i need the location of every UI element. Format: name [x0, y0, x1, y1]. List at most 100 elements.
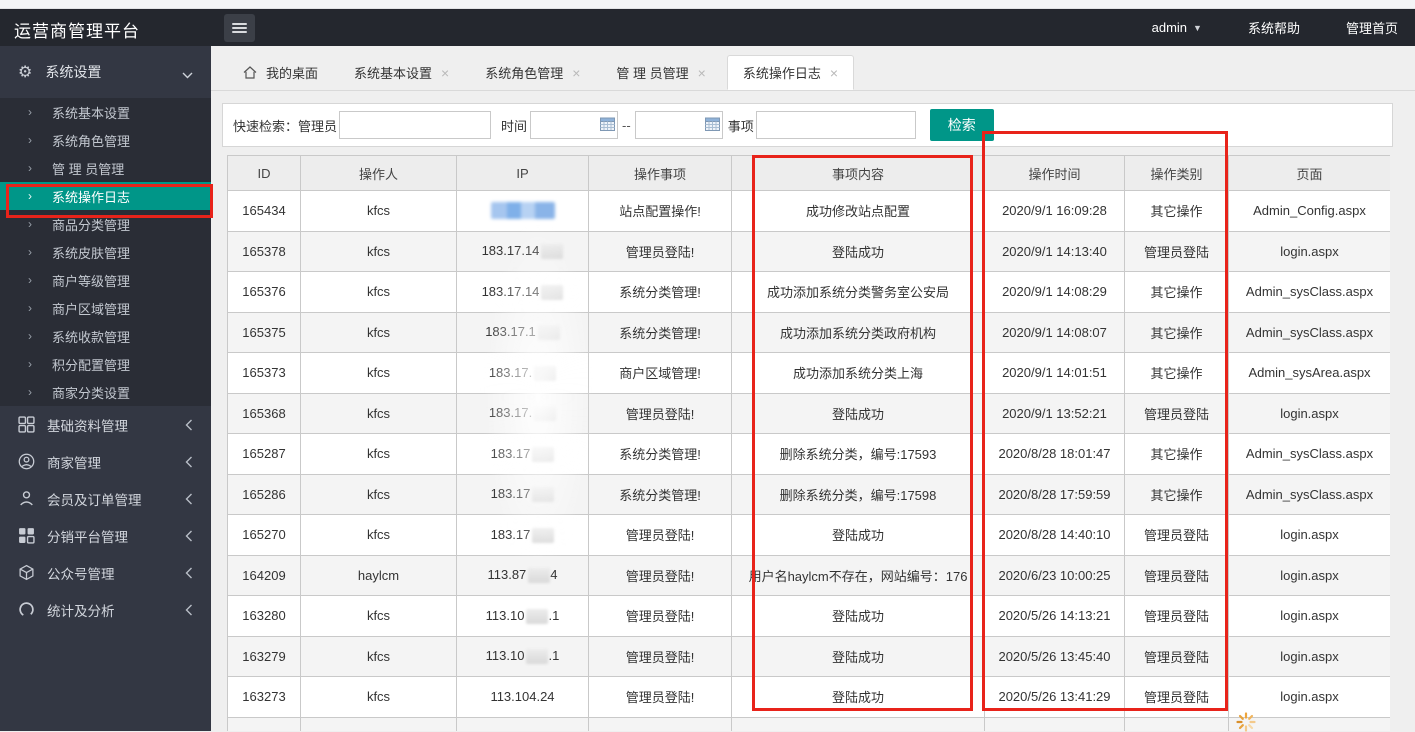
cell-action: 管理员登陆!: [588, 230, 732, 272]
sidebar-item-label: 系统皮肤管理: [52, 245, 131, 261]
admin-search-input[interactable]: [339, 111, 492, 139]
close-icon[interactable]: ×: [572, 66, 580, 80]
cell-time: 2020/9/1 14:13:40: [984, 230, 1125, 272]
cell-id: 165287: [227, 433, 301, 475]
cell-empty: [227, 716, 301, 731]
sidebar-item-label: 积分配置管理: [52, 357, 131, 373]
cell-time: 2020/8/28 18:01:47: [984, 433, 1125, 475]
cell-page: login.aspx: [1228, 392, 1390, 434]
close-icon[interactable]: ×: [830, 66, 838, 80]
hamburger-icon: [232, 21, 247, 35]
sidebar-submenu: › 系统基本设置 › 系统角色管理 › 管 理 员管理 › 系统操作日志 › 商品分类管理 › 系统皮…: [0, 98, 211, 406]
close-icon[interactable]: ×: [698, 66, 706, 80]
chevron-right-icon: ›: [28, 301, 32, 315]
user-menu[interactable]: admin ▼: [1152, 20, 1202, 35]
operation-log-table: ID 操作人 IP 操作事项 事项内容 操作时间 操作类别 页面 165434 k…: [227, 155, 1390, 731]
sidebar-group-item[interactable]: 基础资料管理: [0, 406, 211, 443]
cell-id: 163280: [227, 595, 301, 637]
cell-action: 系统分类管理!: [588, 311, 732, 353]
sidebar-item-submenu[interactable]: › 商户等级管理: [0, 266, 211, 294]
cell-page: Admin_Config.aspx: [1228, 190, 1390, 232]
sidebar-item-submenu[interactable]: › 系统角色管理: [0, 126, 211, 154]
cell-action: 系统分类管理!: [588, 271, 732, 313]
sidebar-group-item[interactable]: 分销平台管理: [0, 517, 211, 554]
tab-item[interactable]: 系统角色管理 ×: [470, 55, 595, 90]
sidebar-item-active[interactable]: › 系统操作日志: [0, 182, 211, 210]
cell-ip: 183.17.14: [456, 271, 589, 313]
sidebar-group-label: 统计及分析: [47, 603, 115, 619]
cell-time: 2020/9/1 14:08:29: [984, 271, 1125, 313]
cell-content: 登陆成功: [731, 635, 985, 677]
col-action: 操作事项: [588, 155, 732, 191]
sidebar-item-submenu[interactable]: › 积分配置管理: [0, 350, 211, 378]
sidebar-section-system-settings[interactable]: ⚙ 系统设置: [0, 46, 211, 98]
cell-ip: 113.10.1: [456, 635, 589, 677]
link-system-help[interactable]: 系统帮助: [1248, 18, 1300, 37]
cell-content: 登陆成功: [731, 514, 985, 556]
cell-empty: [456, 716, 589, 731]
cell-ip: 183.17.14: [456, 230, 589, 272]
cell-operator: kfcs: [300, 190, 457, 232]
sidebar-item-submenu[interactable]: › 系统皮肤管理: [0, 238, 211, 266]
sidebar-item-submenu[interactable]: › 系统收款管理: [0, 322, 211, 350]
sidebar-group-item[interactable]: 统计及分析: [0, 591, 211, 628]
cell-content: 删除系统分类，编号:17593: [731, 433, 985, 475]
cell-ip: 183.17: [456, 433, 589, 475]
header-actions: admin ▼ 系统帮助 管理首页: [1152, 9, 1398, 46]
cell-empty: [300, 716, 457, 731]
sidebar-toggle-button[interactable]: [224, 14, 255, 42]
cell-empty: [588, 716, 732, 731]
sidebar-group-item[interactable]: 会员及订单管理: [0, 480, 211, 517]
tab-item[interactable]: 管 理 员管理 ×: [601, 55, 720, 90]
sidebar-item-submenu[interactable]: › 商品分类管理: [0, 210, 211, 238]
cell-page: login.aspx: [1228, 676, 1390, 718]
cell-action: 管理员登陆!: [588, 676, 732, 718]
sidebar-item-label: 商品分类管理: [52, 217, 131, 233]
redacted-ip-block: [537, 325, 560, 341]
donut-icon: [18, 601, 35, 618]
sidebar-item-submenu[interactable]: › 管 理 员管理: [0, 154, 211, 182]
search-button[interactable]: 检索: [929, 109, 994, 141]
link-admin-home[interactable]: 管理首页: [1346, 18, 1398, 37]
cell-category: 管理员登陆: [1124, 554, 1229, 596]
cell-operator: kfcs: [300, 352, 457, 394]
cell-id: 165375: [227, 311, 301, 353]
cell-action: 管理员登陆!: [588, 392, 732, 434]
col-ip: IP: [456, 155, 589, 191]
chevron-right-icon: ›: [28, 133, 32, 147]
home-icon: [243, 66, 257, 79]
cell-category: 其它操作: [1124, 190, 1229, 232]
cell-operator: kfcs: [300, 676, 457, 718]
chevron-right-icon: ›: [28, 385, 32, 399]
table-row-partial: [227, 716, 1390, 731]
close-icon[interactable]: ×: [441, 66, 449, 80]
calendar-icon[interactable]: [600, 117, 616, 131]
item-search-input[interactable]: [755, 111, 916, 139]
cell-operator: haylcm: [300, 554, 457, 596]
cell-operator: kfcs: [300, 271, 457, 313]
grid-filled-icon: [18, 527, 35, 544]
tab-item[interactable]: 我的桌面: [228, 55, 333, 90]
cell-empty: [1124, 716, 1229, 731]
cell-ip: [456, 190, 589, 232]
app-header: 运营商管理平台 admin ▼ 系统帮助 管理首页: [0, 9, 1415, 46]
sidebar-item-submenu[interactable]: › 商户区域管理: [0, 294, 211, 322]
cell-action: 系统分类管理!: [588, 433, 732, 475]
tab-active[interactable]: 系统操作日志 ×: [726, 55, 855, 90]
sidebar-item-submenu[interactable]: › 系统基本设置: [0, 98, 211, 126]
cell-category: 管理员登陆: [1124, 595, 1229, 637]
sidebar-group-item[interactable]: 商家管理: [0, 443, 211, 480]
chevron-right-icon: ›: [28, 329, 32, 343]
cell-content: 登陆成功: [731, 230, 985, 272]
caret-down-icon: ▼: [1193, 22, 1202, 33]
calendar-icon[interactable]: [704, 117, 720, 131]
cell-id: 165434: [227, 190, 301, 232]
cell-page: login.aspx: [1228, 514, 1390, 556]
sidebar-group-item[interactable]: 公众号管理: [0, 554, 211, 591]
cell-operator: kfcs: [300, 392, 457, 434]
sidebar-item-submenu[interactable]: › 商家分类设置: [0, 378, 211, 406]
redacted-ip-block: [528, 568, 551, 584]
table-row: 163279 kfcs 113.10.1 管理员登陆! 登陆成功 2020/5/26 13…: [227, 635, 1390, 677]
tab-item[interactable]: 系统基本设置 ×: [339, 55, 464, 90]
table-row: 164209 haylcm 113.87 4 管理员登陆! 用户名haylcm不存在，网站…: [227, 554, 1390, 596]
